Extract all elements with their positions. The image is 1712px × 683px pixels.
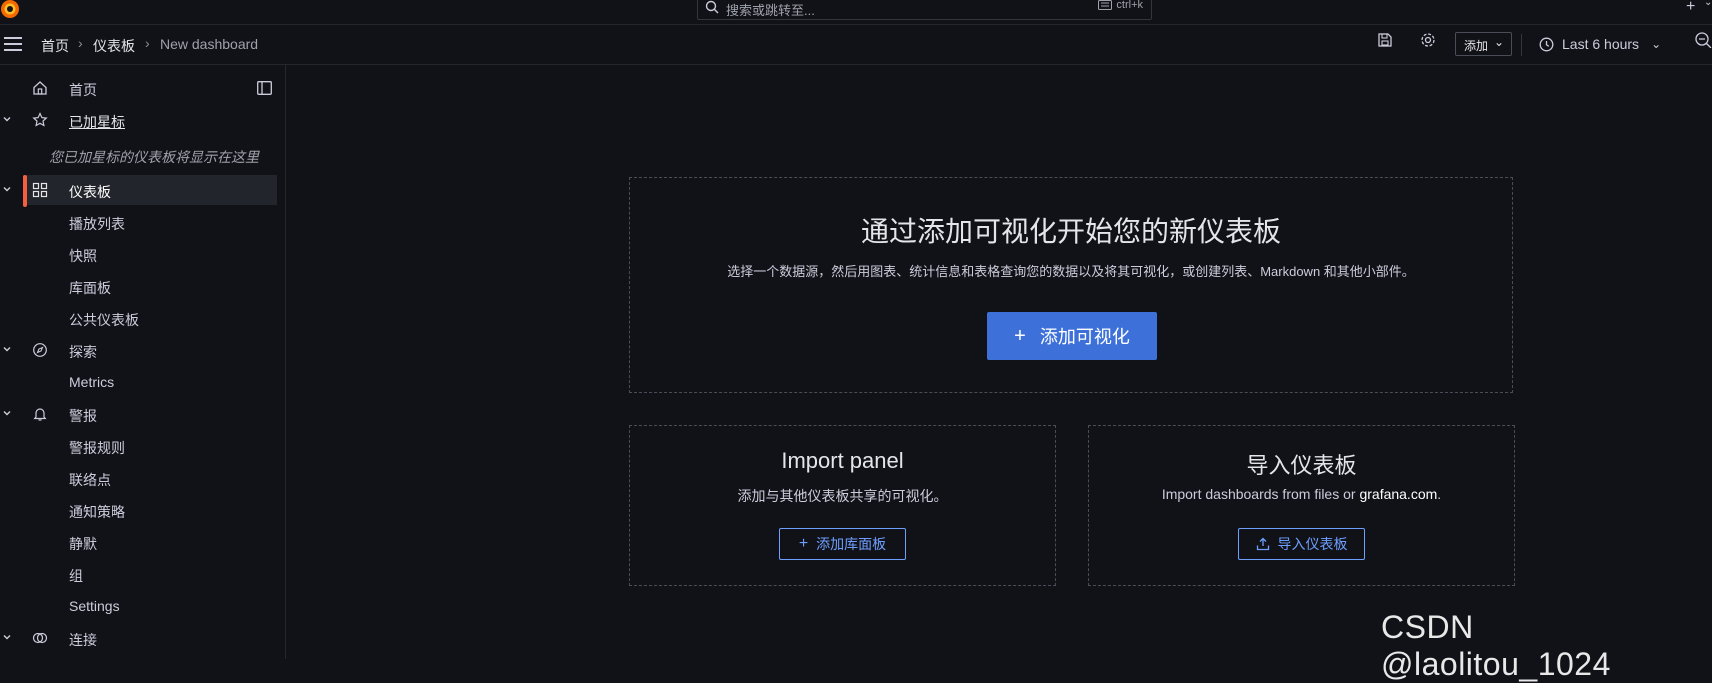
- breadcrumb-dashboards[interactable]: 仪表板: [93, 36, 135, 56]
- import-dashboard-description-text: Import dashboards from files or: [1161, 486, 1360, 502]
- add-visualization-button[interactable]: + 添加可视化: [987, 312, 1157, 360]
- add-button[interactable]: 添加 ⌄: [1455, 32, 1512, 56]
- sidebar-item-dashboards[interactable]: 仪表板: [23, 175, 277, 205]
- chevron-down-icon: ⌄: [1651, 37, 1662, 51]
- clock-icon: [1539, 37, 1554, 52]
- toolbar-divider: [1521, 34, 1522, 56]
- sidebar-item-label: 仪表板: [69, 184, 111, 200]
- save-icon[interactable]: [1377, 32, 1393, 48]
- sidebar-item-groups[interactable]: 组: [0, 559, 285, 589]
- sidebar-item-metrics[interactable]: Metrics: [0, 367, 285, 397]
- breadcrumb-home[interactable]: 首页: [41, 36, 69, 56]
- bell-icon: [32, 406, 48, 422]
- sidebar-item-label: 通知策略: [69, 504, 125, 520]
- chevron-down-icon[interactable]: ⌄: [1704, 0, 1712, 8]
- sidebar-item-connections[interactable]: 连接: [0, 623, 285, 653]
- search-shortcut-label: ctrl+k: [1116, 0, 1143, 11]
- star-icon: [32, 112, 48, 128]
- import-dashboard-description-suffix: .: [1437, 486, 1442, 502]
- grafana-com-link[interactable]: grafana.com: [1359, 486, 1437, 502]
- import-panel-title: Import panel: [781, 448, 904, 473]
- sidebar-item-silences[interactable]: 静默: [0, 527, 285, 557]
- search-placeholder: 搜索或跳转至...: [726, 3, 815, 18]
- sidebar-item-home[interactable]: 首页: [0, 73, 285, 103]
- sidebar-item-label: 警报: [69, 408, 97, 424]
- sidebar: 首页 已加星标 您已加星标的仪表板将显示在这里 仪表板 播放列表 快照 库面板 …: [0, 65, 286, 659]
- sidebar-item-playlists[interactable]: 播放列表: [0, 207, 285, 237]
- grafana-logo-icon[interactable]: [0, 0, 24, 20]
- watermark: CSDN @laolitou_1024: [1381, 609, 1611, 682]
- chevron-down-icon[interactable]: [2, 184, 12, 194]
- import-dashboard-card: 导入仪表板 Import dashboards from files or gr…: [1088, 425, 1515, 586]
- starred-empty-note: 您已加星标的仪表板将显示在这里: [49, 149, 259, 165]
- empty-state-title: 通过添加可视化开始您的新仪表板: [860, 216, 1281, 247]
- sidebar-item-starred[interactable]: 已加星标: [0, 105, 285, 135]
- sidebar-item-library-panels[interactable]: 库面板: [0, 271, 285, 301]
- add-library-panel-label: 添加库面板: [816, 536, 887, 552]
- sidebar-item-snapshots[interactable]: 快照: [0, 239, 285, 269]
- sidebar-item-label: 警报规则: [69, 440, 125, 456]
- empty-dashboard-panel: 通过添加可视化开始您的新仪表板 选择一个数据源，然后用图表、统计信息和表格查询您…: [629, 177, 1513, 393]
- sidebar-item-label: 库面板: [69, 280, 111, 296]
- top-bar: 搜索或跳转至... ctrl+k + ⌄: [0, 0, 1712, 25]
- import-dashboard-title: 导入仪表板: [1246, 453, 1357, 478]
- zoom-out-icon[interactable]: [1694, 32, 1712, 48]
- sidebar-item-label: 连接: [69, 632, 97, 648]
- sidebar-item-label: 联络点: [69, 472, 111, 488]
- keyboard-icon: [1098, 0, 1113, 10]
- sidebar-item-notification-policies[interactable]: 通知策略: [0, 495, 285, 525]
- time-range-picker[interactable]: Last 6 hours ⌄: [1539, 32, 1661, 56]
- chevron-down-icon[interactable]: [2, 114, 12, 124]
- add-button-label: 添加: [1464, 39, 1489, 53]
- connections-icon: [32, 630, 48, 646]
- nav-bar: 首页 › 仪表板 › New dashboard 添加 ⌄ Last 6 hou…: [0, 24, 1712, 65]
- sidebar-item-label: 已加星标: [69, 114, 125, 130]
- plus-icon: +: [798, 535, 809, 552]
- chevron-down-icon[interactable]: [2, 344, 12, 354]
- import-dashboard-button-label: 导入仪表板: [1277, 536, 1348, 552]
- add-visualization-label: 添加可视化: [1039, 327, 1130, 347]
- import-dashboard-description: Import dashboards from files or grafana.…: [1089, 486, 1514, 502]
- sidebar-item-label: 组: [69, 568, 83, 584]
- new-plus-icon[interactable]: +: [1686, 0, 1695, 16]
- import-panel-description: 添加与其他仪表板共享的可视化。: [737, 488, 948, 504]
- search-icon: [705, 0, 719, 14]
- sidebar-item-explore[interactable]: 探索: [0, 335, 285, 365]
- sidebar-item-label: 公共仪表板: [69, 312, 139, 328]
- active-indicator: [23, 175, 27, 207]
- sidebar-item-alert-rules[interactable]: 警报规则: [0, 431, 285, 461]
- sidebar-item-alerting-settings[interactable]: Settings: [0, 591, 285, 621]
- time-range-label: Last 6 hours: [1562, 36, 1640, 52]
- settings-gear-icon[interactable]: [1420, 32, 1436, 48]
- sidebar-item-label: 探索: [69, 344, 97, 360]
- breadcrumb-separator-icon: ›: [78, 35, 83, 51]
- upload-icon: [1256, 537, 1270, 551]
- sidebar-item-label: Metrics: [69, 374, 115, 390]
- sidebar-item-label: 首页: [69, 82, 97, 98]
- sidebar-item-label: 快照: [69, 248, 97, 264]
- sidebar-item-contact-points[interactable]: 联络点: [0, 463, 285, 493]
- chevron-down-icon[interactable]: [2, 632, 12, 642]
- sidebar-item-label: Settings: [69, 598, 120, 614]
- home-icon: [32, 80, 48, 96]
- search-input[interactable]: 搜索或跳转至... ctrl+k: [697, 0, 1152, 20]
- sidebar-item-alerting[interactable]: 警报: [0, 399, 285, 429]
- menu-icon[interactable]: [4, 37, 22, 51]
- breadcrumb-separator-icon: ›: [145, 35, 150, 51]
- sidebar-item-label: 静默: [69, 536, 97, 552]
- import-panel-card: Import panel 添加与其他仪表板共享的可视化。 + 添加库面板: [629, 425, 1056, 586]
- compass-icon: [32, 342, 48, 358]
- breadcrumb-current: New dashboard: [160, 36, 259, 52]
- sidebar-item-label: 播放列表: [69, 216, 125, 232]
- add-library-panel-button[interactable]: + 添加库面板: [779, 528, 906, 560]
- import-dashboard-button[interactable]: 导入仪表板: [1238, 528, 1365, 560]
- empty-state-description: 选择一个数据源，然后用图表、统计信息和表格查询您的数据以及将其可视化，或创建列表…: [727, 264, 1415, 279]
- chevron-down-icon: ⌄: [1493, 35, 1504, 49]
- search-shortcut: ctrl+k: [1098, 0, 1143, 11]
- sidebar-item-public-dashboards[interactable]: 公共仪表板: [0, 303, 285, 333]
- apps-icon: [32, 182, 48, 198]
- plus-icon: +: [1014, 324, 1026, 347]
- chevron-down-icon[interactable]: [2, 408, 12, 418]
